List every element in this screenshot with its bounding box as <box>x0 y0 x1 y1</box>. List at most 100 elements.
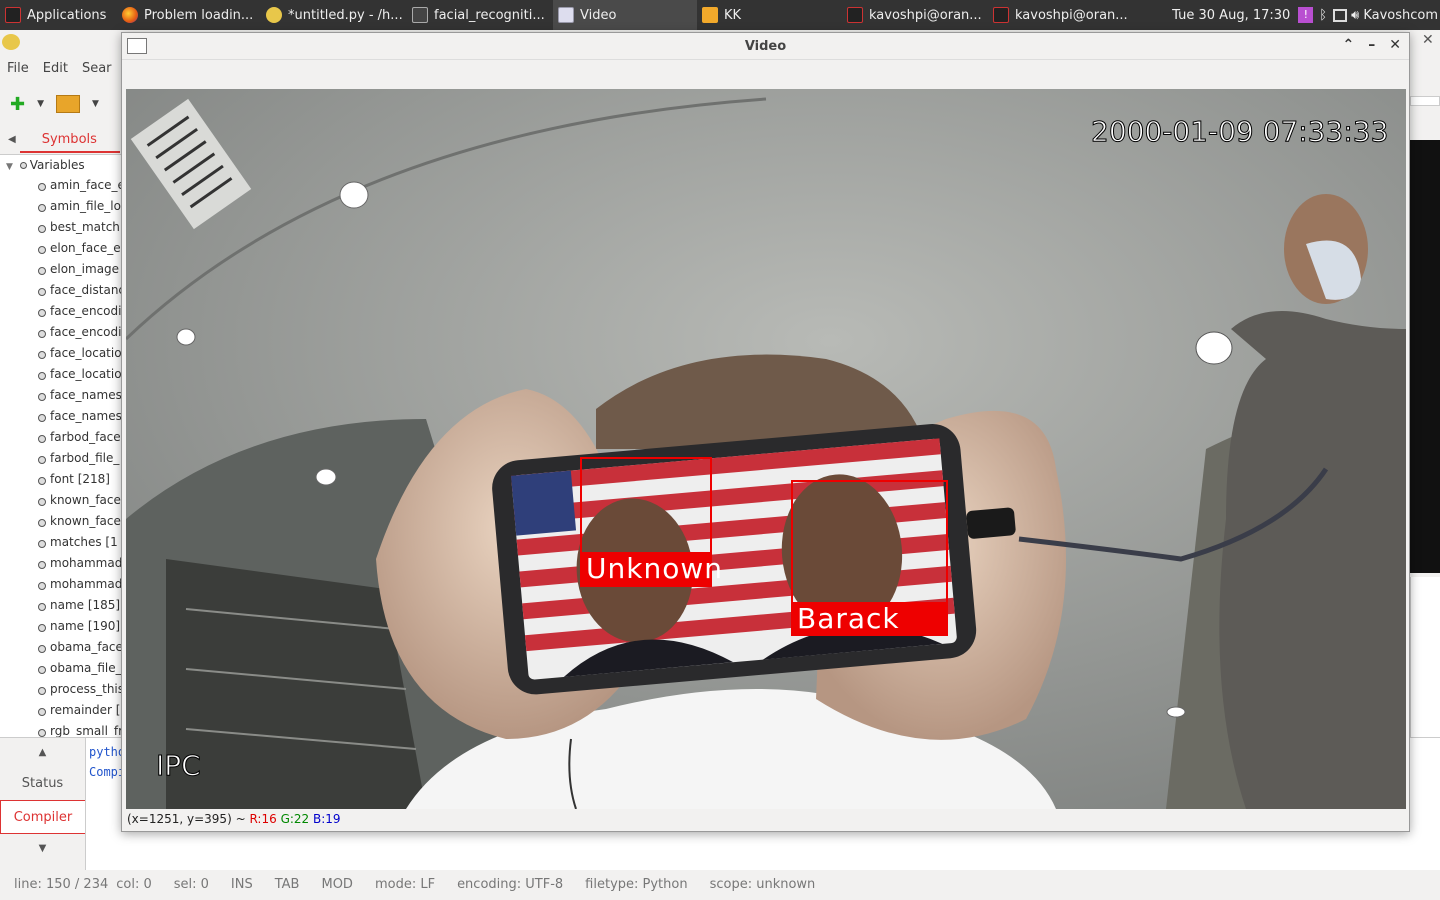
phone-cable-plug <box>966 507 1016 539</box>
tree-variable-item[interactable]: amin_file_lo <box>0 196 121 217</box>
taskbar-video[interactable]: Video <box>553 0 697 30</box>
window-icon <box>558 7 574 23</box>
user-name[interactable]: Kavoshcom <box>1363 8 1438 23</box>
tree-variable-label: face_locatio <box>50 346 122 360</box>
taskbar-geany[interactable]: *untitled.py - /h... <box>261 0 407 30</box>
tab-symbols[interactable]: Symbols <box>19 126 120 153</box>
tree-variable-item[interactable]: matches [1 <box>0 532 121 553</box>
tree-variable-item[interactable]: mohammad <box>0 574 121 595</box>
tree-variable-item[interactable]: obama_file_ <box>0 658 121 679</box>
new-file-icon[interactable]: ✚ <box>10 94 25 115</box>
taskbar: Applications Problem loadin... *untitled… <box>0 0 1440 30</box>
scroll-up-icon[interactable]: ▲ <box>0 738 85 766</box>
tree-variable-item[interactable]: mohammad <box>0 553 121 574</box>
chevron-down-icon[interactable]: ▼ <box>37 99 44 109</box>
taskbar-applications[interactable]: Applications <box>0 0 117 30</box>
taskbar-item-label: Video <box>580 7 617 23</box>
tree-variable-label: face_locatio <box>50 367 122 381</box>
open-folder-icon[interactable] <box>56 95 81 113</box>
geany-close-icon[interactable]: ✕ <box>1422 32 1434 48</box>
tree-variable-label: farbod_file_ <box>50 451 120 465</box>
tree-variable-label: face_names <box>50 388 122 402</box>
tree-variable-item[interactable]: face_locatio <box>0 364 121 385</box>
taskbar-terminal-1[interactable]: kavoshpi@oran... <box>842 0 988 30</box>
network-icon[interactable] <box>1333 8 1348 22</box>
tree-variable-label: mohammad <box>50 556 122 570</box>
tree-variable-label: face_encodi <box>50 304 122 318</box>
taskbar-terminal-2[interactable]: kavoshpi@oran... <box>988 0 1132 30</box>
tree-variable-label: rgb_small_fr <box>50 724 122 737</box>
video-toolbar <box>122 60 1409 88</box>
taskbar-item-label: KK <box>724 7 742 23</box>
tree-variables[interactable]: ▼ Variables <box>0 155 121 175</box>
tree-variable-item[interactable]: rgb_small_fr <box>0 721 121 737</box>
tree-variable-item[interactable]: amin_face_e <box>0 175 121 196</box>
tab-compiler[interactable]: Compiler <box>0 800 85 834</box>
editor-dark-area <box>1410 140 1440 573</box>
chevron-down-icon[interactable]: ▼ <box>92 99 99 109</box>
face-label-unknown: Unknown <box>580 552 722 586</box>
tree-variable-item[interactable]: elon_face_e <box>0 238 121 259</box>
tree-variable-item[interactable]: name [190] <box>0 616 121 637</box>
tree-variable-label: matches [1 <box>50 535 118 549</box>
menu-edit[interactable]: Edit <box>36 58 75 82</box>
tab-status[interactable]: Status <box>0 766 85 800</box>
camera-scene <box>126 89 1406 809</box>
tree-variable-label: amin_file_lo <box>50 199 121 213</box>
status-filetype: filetype: Python <box>585 877 688 892</box>
tree-variable-label: elon_image <box>50 262 120 276</box>
tree-variable-item[interactable]: known_face <box>0 490 121 511</box>
taskbar-kk[interactable]: KK <box>697 0 842 30</box>
taskbar-item-label: kavoshpi@oran... <box>1015 7 1128 23</box>
video-titlebar[interactable]: Video ⌃ – ✕ <box>122 33 1409 60</box>
tree-variable-item[interactable]: face_names <box>0 385 121 406</box>
tree-variable-item[interactable]: face_encodi <box>0 301 121 322</box>
editor-light-area <box>1410 577 1440 737</box>
tree-variable-label: obama_file_ <box>50 661 122 675</box>
menu-search[interactable]: Sear <box>75 58 119 82</box>
tree-variable-item[interactable]: face_locatio <box>0 343 121 364</box>
window-menu-icon[interactable] <box>127 38 147 54</box>
close-icon[interactable]: ✕ <box>1389 37 1401 53</box>
tree-variable-item[interactable]: known_face <box>0 511 121 532</box>
pixel-green: G:22 <box>280 812 310 826</box>
tree-variable-item[interactable]: farbod_file_ <box>0 448 121 469</box>
minimize-icon[interactable]: – <box>1368 37 1375 53</box>
video-window[interactable]: Video ⌃ – ✕ 2000-01-09 07:33:33 IPC Unkn… <box>121 32 1410 832</box>
tree-variable-item[interactable]: name [185] <box>0 595 121 616</box>
taskbar-item-label: *untitled.py - /h... <box>288 7 403 23</box>
tree-variable-label: remainder [ <box>50 703 121 717</box>
terminal-icon <box>412 7 428 23</box>
clock[interactable]: Tue 30 Aug, 17:30 <box>1172 8 1290 23</box>
taskbar-facial-recognition[interactable]: facial_recogniti... <box>407 0 553 30</box>
scroll-down-icon[interactable]: ▼ <box>0 834 85 862</box>
menu-file[interactable]: File <box>0 58 36 82</box>
tree-variable-label: best_match <box>50 220 120 234</box>
tree-variable-item[interactable]: face_encodi <box>0 322 121 343</box>
terminal-icon <box>5 7 21 23</box>
taskbar-firefox[interactable]: Problem loadin... <box>117 0 261 30</box>
ceiling-light <box>1195 331 1233 365</box>
toolbar: ✚ ▼ ▼ <box>0 88 99 120</box>
tree-variable-item[interactable]: best_match <box>0 217 121 238</box>
tree-variable-label: farbod_face <box>50 430 121 444</box>
tree-variable-item[interactable]: font [218] <box>0 469 121 490</box>
tree-variable-item[interactable]: process_this <box>0 679 121 700</box>
expander-icon[interactable]: ▼ <box>6 162 13 172</box>
tree-variable-item[interactable]: obama_face <box>0 637 121 658</box>
tree-variable-label: amin_face_e <box>50 178 122 192</box>
status-line: line: 150 / 234 <box>14 877 109 892</box>
camera-frame[interactable]: 2000-01-09 07:33:33 IPC Unknown Barack <box>126 89 1406 809</box>
terminal-icon <box>993 7 1009 23</box>
tree-variable-item[interactable]: face_distanc <box>0 280 121 301</box>
sidebar-prev-icon[interactable]: ◀ <box>0 134 20 145</box>
tree-variable-item[interactable]: remainder [ <box>0 700 121 721</box>
volume-icon[interactable]: 🔊︎ <box>1351 8 1359 23</box>
notification-icon[interactable]: ! <box>1298 7 1314 23</box>
maximize-icon[interactable]: ⌃ <box>1343 37 1355 53</box>
bluetooth-icon[interactable]: ᛒ <box>1319 8 1327 23</box>
taskbar-item-label: Problem loadin... <box>144 7 254 23</box>
tree-variable-item[interactable]: elon_image <box>0 259 121 280</box>
tree-variable-item[interactable]: face_names <box>0 406 121 427</box>
tree-variable-item[interactable]: farbod_face <box>0 427 121 448</box>
